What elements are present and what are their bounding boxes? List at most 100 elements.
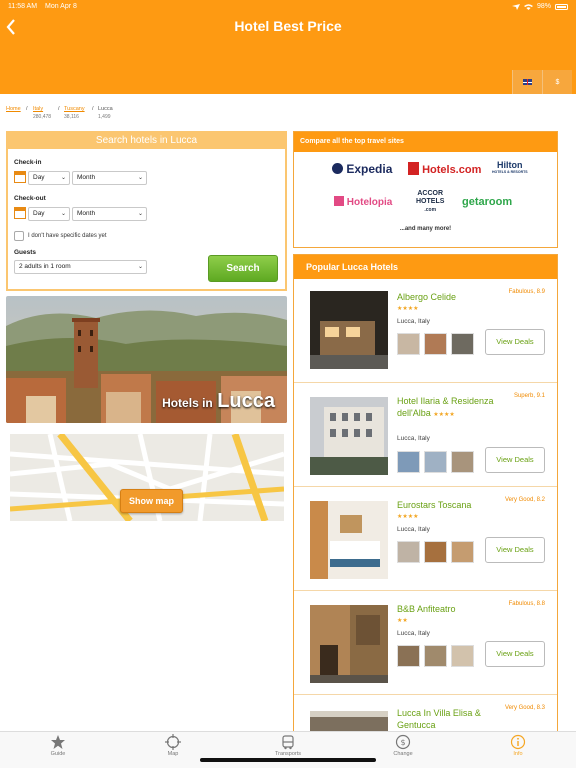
expedia-logo[interactable]: Expedia (332, 162, 392, 176)
star-rating-icon: ★★★★ (433, 412, 455, 418)
hotel-thumbnail[interactable] (451, 645, 474, 667)
map-preview[interactable]: Show map (10, 434, 284, 521)
hotel-thumbnail[interactable] (451, 451, 474, 473)
hotel-photo[interactable] (310, 711, 388, 731)
calendar-icon[interactable] (14, 171, 26, 183)
view-deals-button[interactable]: View Deals (485, 447, 545, 473)
hotel-thumbnail[interactable] (397, 451, 420, 473)
and-many-more-text: ...and many more! (399, 226, 452, 232)
status-time: 11:58 AM (8, 3, 38, 10)
hotel-name[interactable]: Lucca In Villa Elisa & Gentucca (397, 707, 507, 731)
guests-label: Guests (14, 249, 37, 256)
no-dates-checkbox[interactable] (14, 231, 24, 241)
calendar-icon[interactable] (14, 207, 26, 219)
hero-caption-big: Lucca (217, 390, 275, 412)
language-button[interactable] (512, 70, 542, 94)
popular-hotels-panel: Popular Lucca Hotels Albergo Celide Fabu… (293, 254, 558, 732)
chevron-down-icon: ⌄ (137, 211, 143, 217)
hotel-city: Lucca, Italy (397, 526, 430, 533)
wifi-icon (523, 3, 533, 10)
search-title: Search hotels in Lucca (8, 133, 285, 149)
hotel-name[interactable]: Albergo Celide (397, 291, 507, 303)
hotel-image (310, 397, 388, 475)
hero-caption-small: Hotels in (162, 396, 213, 410)
hotel-image (310, 291, 388, 369)
hotel-thumbnail[interactable] (397, 541, 420, 563)
compare-title: Compare all the top travel sites (294, 132, 557, 152)
checkout-label: Check-out (14, 195, 46, 202)
checkout-month-select[interactable]: Month ⌄ (72, 207, 147, 221)
show-map-button[interactable]: Show map (120, 489, 183, 513)
status-bar: 11:58 AM Mon Apr 8 98% (0, 0, 576, 14)
crosshair-icon (165, 734, 181, 750)
hotel-rating: Superb, 9.1 (513, 393, 545, 399)
hotel-name[interactable]: Eurostars Toscana (397, 499, 507, 511)
breadcrumb-item-home[interactable]: Home (6, 106, 21, 112)
accor-hotels-logo[interactable]: ACCOR HOTELS .com (416, 190, 444, 214)
hotel-photo[interactable] (310, 501, 388, 579)
breadcrumb-sep: / (26, 106, 28, 112)
currency-button[interactable]: $ (542, 70, 572, 94)
info-icon (510, 734, 526, 750)
chevron-down-icon: ⌄ (137, 175, 143, 181)
search-button[interactable]: Search (208, 255, 278, 282)
tab-map[interactable]: Map (143, 734, 203, 757)
checkin-day-select[interactable]: Day ⌄ (28, 171, 70, 185)
hotel-thumbnail[interactable] (424, 645, 447, 667)
hotel-thumbnail[interactable] (451, 541, 474, 563)
hotel-card[interactable]: Eurostars Toscana Very Good, 8.2 ★★★★ Lu… (294, 487, 557, 591)
hotel-thumbnail[interactable] (397, 333, 420, 355)
hotel-card[interactable]: B&B Anfiteatro Fabulous, 8.8 ★★ Lucca, I… (294, 591, 557, 695)
tab-change[interactable]: $ Change (373, 734, 433, 757)
home-indicator[interactable] (200, 758, 376, 762)
view-deals-button[interactable]: View Deals (485, 537, 545, 563)
hotels-com-logo[interactable]: Hotels.com (408, 162, 481, 176)
hotel-thumbnail[interactable] (424, 541, 447, 563)
chevron-down-icon: ⌄ (137, 264, 143, 270)
hotel-rating: Very Good, 8.2 (504, 497, 545, 503)
guests-select[interactable]: 2 adults in 1 room ⌄ (14, 260, 147, 274)
hotel-card[interactable]: Hotel Ilaria & Residenza dell'Alba ★★★★ … (294, 383, 557, 487)
hotel-rating: Fabulous, 8.8 (508, 601, 545, 607)
checkin-month-select[interactable]: Month ⌄ (72, 171, 147, 185)
hotel-name[interactable]: Hotel Ilaria & Residenza dell'Alba ★★★★ (397, 395, 507, 421)
hotels-in-lucca-banner[interactable]: Hotels in Lucca (6, 296, 287, 423)
star-rating-icon: ★★★★ (397, 514, 419, 520)
hotel-thumbnail[interactable] (424, 333, 447, 355)
star-rating-icon: ★★ (397, 618, 408, 624)
view-deals-button[interactable]: View Deals (485, 641, 545, 667)
currency-label: $ (555, 78, 560, 86)
view-deals-button[interactable]: View Deals (485, 329, 545, 355)
hotel-photo[interactable] (310, 397, 388, 475)
hotel-image (310, 605, 388, 683)
uk-flag-icon (523, 79, 532, 85)
svg-text:$: $ (400, 738, 405, 747)
star-rating-icon: ★★★★ (397, 306, 419, 312)
breadcrumb-item-italy[interactable]: Italy 280,478 (33, 106, 51, 120)
tab-info[interactable]: Info (488, 734, 548, 757)
hotel-photo[interactable] (310, 605, 388, 683)
hotel-city: Lucca, Italy (397, 630, 430, 637)
tab-guide[interactable]: Guide (28, 734, 88, 757)
hotel-thumbnail[interactable] (451, 333, 474, 355)
breadcrumb-item-tuscany[interactable]: Tuscany 38,116 (64, 106, 85, 120)
hotel-name[interactable]: B&B Anfiteatro (397, 603, 507, 615)
popular-hotels-title: Popular Lucca Hotels (294, 255, 557, 279)
hotel-rating: Very Good, 8.3 (504, 705, 545, 711)
hotel-photo[interactable] (310, 291, 388, 369)
chevron-down-icon: ⌄ (60, 211, 66, 217)
hotelopia-logo[interactable]: Hotelopia (334, 196, 392, 208)
hotel-card[interactable]: Lucca In Villa Elisa & Gentucca Very Goo… (294, 695, 557, 731)
hero-caption: Hotels in Lucca (162, 390, 275, 413)
hotel-city: Lucca, Italy (397, 318, 430, 325)
hotel-card[interactable]: Albergo Celide Fabulous, 8.9 ★★★★ Lucca,… (294, 279, 557, 383)
tab-transports[interactable]: Transports (258, 734, 318, 757)
getaroom-logo[interactable]: getaroom (462, 196, 512, 208)
hotel-thumbnail[interactable] (397, 645, 420, 667)
hotel-thumbnail[interactable] (424, 451, 447, 473)
checkout-day-select[interactable]: Day ⌄ (28, 207, 70, 221)
status-icons: 98% (511, 3, 568, 10)
hilton-logo[interactable]: Hilton HOTELS & RESORTS (492, 160, 528, 174)
no-dates-label: I don't have specific dates yet (28, 233, 107, 239)
location-icon (511, 3, 520, 10)
